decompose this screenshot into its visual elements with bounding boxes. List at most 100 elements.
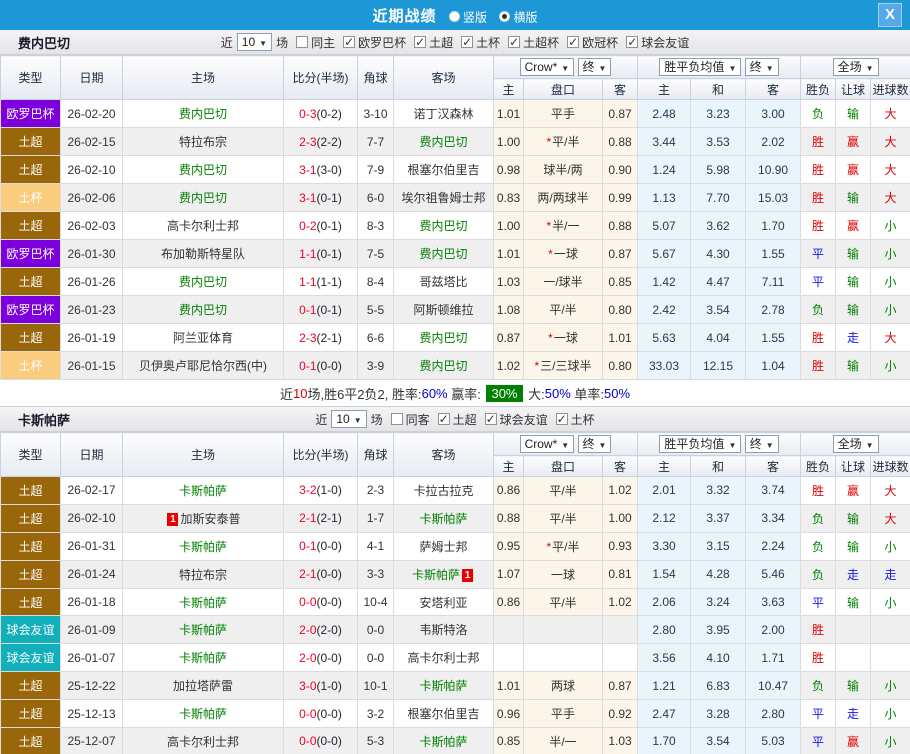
avg-away-odds: 5.03 xyxy=(745,727,802,754)
close-button[interactable]: X xyxy=(878,3,902,27)
match-row: 土超 26-02-17 卡斯帕萨 3-2(1-0) 2-3 卡拉古拉克 0.86 平/半 1.0… xyxy=(0,476,910,505)
col-goals: 进球数 xyxy=(870,455,910,477)
score-cell: 3-1(3-0) xyxy=(283,155,358,184)
match-type-cell: 土超 xyxy=(0,727,61,754)
summary-part: 50% xyxy=(544,385,571,401)
goals-cell: 大 xyxy=(870,155,910,184)
home-team: 布加勒斯特星队 xyxy=(122,239,284,268)
away-odds: 0.88 xyxy=(601,127,639,156)
fulltime-select[interactable]: 全场 xyxy=(832,58,879,76)
avg-draw-odds: 6.83 xyxy=(690,671,747,701)
avg-away-odds: 3.34 xyxy=(745,503,802,533)
handicap-result-cell: 输 xyxy=(835,295,872,324)
page-title: 近期战绩 xyxy=(372,7,437,25)
score-cell: 2-0(2-0) xyxy=(283,615,358,645)
odds-group-header: Crow* 终 xyxy=(492,432,639,456)
match-date: 26-01-07 xyxy=(60,643,123,673)
goals-cell: 小 xyxy=(870,267,910,296)
avg-select[interactable]: 胜平负均值 xyxy=(659,58,742,76)
handicap-cell: 平/半 xyxy=(523,503,603,533)
league-checkbox-0[interactable] xyxy=(437,412,450,426)
handicap-cell: *平/半 xyxy=(523,531,603,561)
away-odds: 0.93 xyxy=(601,531,639,561)
home-odds: 1.01 xyxy=(493,239,524,268)
league-checkbox-1[interactable] xyxy=(484,412,497,426)
horizontal-layout-radio[interactable] xyxy=(499,10,511,22)
avg-away-odds: 3.63 xyxy=(745,587,802,617)
table-header: 类型 日期 主场 比分(半场) 角球 客场 Crow* 终 胜平负均值 终 xyxy=(0,55,910,100)
col-result: 胜负 xyxy=(800,78,837,100)
odds-stage-select[interactable]: 终 xyxy=(577,435,612,453)
match-row: 球会友谊 26-01-07 卡斯帕萨 2-0(0-0) 0-0 高卡尔利士邦 3.56 4.1… xyxy=(0,643,910,673)
league-checkbox-1[interactable] xyxy=(414,35,427,49)
avg-away-odds: 1.55 xyxy=(745,239,802,268)
home-team: 卡斯帕萨 xyxy=(122,699,284,729)
score-cell: 2-1(2-1) xyxy=(283,503,358,533)
avg-draw-odds: 4.04 xyxy=(690,323,747,352)
fulltime-score: 1-1 xyxy=(299,246,317,261)
away-team: 埃尔祖鲁姆士邦 xyxy=(393,183,494,212)
home-odds: 1.01 xyxy=(493,99,524,128)
home-odds: 0.98 xyxy=(493,155,524,184)
recent-games-select[interactable]: 10 xyxy=(236,33,273,51)
score-cell: 1-1(1-1) xyxy=(283,267,358,296)
match-row: 球会友谊 26-01-09 卡斯帕萨 2-0(2-0) 0-0 韦斯特洛 2.80 3.95 2… xyxy=(0,615,910,645)
same-venue-checkbox[interactable] xyxy=(296,36,309,48)
league-checkbox-2[interactable] xyxy=(555,412,568,426)
league-checkbox-2[interactable] xyxy=(461,35,474,49)
col-home: 主场 xyxy=(122,432,284,477)
avg-home-odds: 2.42 xyxy=(637,295,692,324)
league-checkbox-5[interactable] xyxy=(626,35,639,49)
corner-cell: 8-3 xyxy=(357,211,394,240)
away-team: 哥兹塔比 xyxy=(393,267,494,296)
league-checkbox-3[interactable] xyxy=(508,35,521,49)
match-type-cell: 土超 xyxy=(0,155,61,184)
avg-away-odds: 1.70 xyxy=(745,211,802,240)
away-odds xyxy=(601,643,639,673)
fulltime-score: 0-0 xyxy=(299,734,317,749)
avg-select[interactable]: 胜平负均值 xyxy=(659,435,742,453)
match-date: 26-01-31 xyxy=(60,531,123,561)
odds-stage-select[interactable]: 终 xyxy=(577,58,612,76)
match-date: 26-01-24 xyxy=(60,559,123,589)
avg-draw-odds: 3.54 xyxy=(690,295,747,324)
score-cell: 0-1(0-1) xyxy=(283,295,358,324)
league-checkbox-0[interactable] xyxy=(343,35,356,49)
avg-home-odds: 2.80 xyxy=(637,615,692,645)
handicap-cell: *一球 xyxy=(523,239,603,268)
avg-stage-select[interactable]: 终 xyxy=(744,435,779,453)
col-avg-away: 客 xyxy=(745,455,802,477)
match-type-cell: 土超 xyxy=(0,211,61,240)
handicap-result-cell: 赢 xyxy=(835,727,872,754)
result-cell: 胜 xyxy=(800,323,837,352)
same-venue-checkbox[interactable] xyxy=(390,413,403,425)
home-team: 费内巴切 xyxy=(122,267,284,296)
avg-away-odds: 1.71 xyxy=(745,643,802,673)
fulltime-score: 2-1 xyxy=(299,511,317,526)
away-team: 卡斯帕萨 xyxy=(393,503,494,533)
home-team: 卡斯帕萨 xyxy=(122,587,284,617)
handicap-result-cell xyxy=(835,643,872,673)
col-avg-draw: 和 xyxy=(690,78,747,100)
avg-stage-select[interactable]: 终 xyxy=(744,58,779,76)
league-label: 土超 xyxy=(452,412,477,427)
vertical-layout-radio[interactable] xyxy=(448,10,460,22)
result-cell: 负 xyxy=(800,559,837,589)
odds-provider-select[interactable]: Crow* xyxy=(519,58,575,76)
odds-provider-select[interactable]: Crow* xyxy=(519,435,575,453)
away-odds: 0.81 xyxy=(601,559,639,589)
match-date: 26-01-09 xyxy=(60,615,123,645)
fulltime-score: 2-0 xyxy=(299,622,317,637)
matches-table: 类型 日期 主场 比分(半场) 角球 客场 Crow* 终 胜平负均值 终 xyxy=(0,432,910,754)
corner-cell: 3-10 xyxy=(357,99,394,128)
home-odds: 0.86 xyxy=(493,476,524,505)
summary-part: 场,胜6平2负2, 胜率: xyxy=(307,386,422,402)
league-checkbox-4[interactable] xyxy=(567,35,580,49)
away-odds: 1.01 xyxy=(601,323,639,352)
handicap-cell: 两/两球半 xyxy=(523,183,603,212)
handicap-cell: 球半/两 xyxy=(523,155,603,184)
recent-label: 近 xyxy=(315,412,328,427)
corner-cell: 4-1 xyxy=(357,531,394,561)
fulltime-select[interactable]: 全场 xyxy=(832,435,879,453)
recent-games-select[interactable]: 10 xyxy=(331,410,367,428)
